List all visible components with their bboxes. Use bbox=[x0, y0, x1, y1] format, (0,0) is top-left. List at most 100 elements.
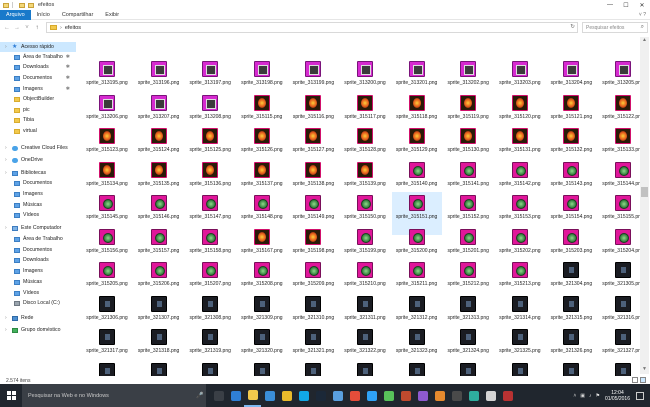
nav-item[interactable]: Documentos ✱ bbox=[0, 73, 76, 83]
nav-item[interactable]: Disco Local (C:) bbox=[0, 298, 76, 308]
file-item[interactable] bbox=[288, 360, 338, 376]
taskbar-app-button[interactable] bbox=[295, 384, 312, 407]
taskbar-app-button[interactable] bbox=[482, 384, 499, 407]
tab-exibir[interactable]: Exibir bbox=[99, 10, 125, 20]
chevron-right-icon[interactable]: › bbox=[5, 170, 11, 176]
file-item[interactable] bbox=[82, 360, 132, 376]
breadcrumb-current[interactable]: efeitos bbox=[65, 25, 81, 31]
nav-item[interactable]: Músicas bbox=[0, 277, 76, 287]
nav-item[interactable]: Imagens bbox=[0, 189, 76, 199]
nav-item[interactable]: › Grupo doméstico bbox=[0, 325, 76, 335]
nav-item[interactable]: › ★ Acesso rápido bbox=[0, 42, 76, 52]
tab-compartilhar[interactable]: Compartilhar bbox=[56, 10, 99, 20]
nav-item[interactable]: Vídeos bbox=[0, 210, 76, 220]
nav-item[interactable]: › Creative Cloud Files bbox=[0, 143, 76, 153]
search-input[interactable]: Pesquisar efeitos ⌕ bbox=[582, 22, 648, 33]
forward-button[interactable]: → bbox=[12, 22, 22, 34]
vertical-scrollbar[interactable]: ▲ ▼ bbox=[640, 37, 649, 374]
maximize-button[interactable]: ☐ bbox=[618, 0, 634, 10]
taskbar-app-button[interactable] bbox=[397, 384, 414, 407]
taskbar-app-button[interactable] bbox=[244, 384, 261, 407]
tab-inicio[interactable]: Início bbox=[31, 10, 56, 20]
nav-item[interactable]: Músicas bbox=[0, 200, 76, 210]
image-thumbnail-icon bbox=[460, 61, 477, 77]
nav-item[interactable]: ObjectBuilder bbox=[0, 94, 76, 104]
disk-icon bbox=[14, 300, 20, 306]
back-button[interactable]: ← bbox=[2, 22, 12, 34]
nav-item[interactable]: Área de Trabalho bbox=[0, 234, 76, 244]
taskbar-app-button[interactable] bbox=[414, 384, 431, 407]
start-button[interactable] bbox=[0, 384, 22, 407]
file-item[interactable] bbox=[443, 360, 493, 376]
folder-icon[interactable] bbox=[3, 2, 9, 8]
taskbar-app-button[interactable] bbox=[431, 384, 448, 407]
scrollbar-thumb[interactable] bbox=[641, 187, 648, 197]
computer-icon bbox=[12, 225, 18, 231]
taskbar-app-button[interactable] bbox=[210, 384, 227, 407]
taskbar-app-button[interactable] bbox=[227, 384, 244, 407]
nav-item[interactable]: Imagens ✱ bbox=[0, 84, 76, 94]
ribbon-expand-help[interactable]: ˅ ? bbox=[639, 12, 646, 18]
file-item[interactable] bbox=[495, 360, 545, 376]
scroll-up-icon[interactable]: ▲ bbox=[640, 37, 649, 45]
nav-item[interactable]: Imagens bbox=[0, 266, 76, 276]
action-center-icon[interactable] bbox=[636, 391, 644, 400]
chevron-right-icon[interactable]: › bbox=[5, 44, 11, 50]
volume-icon[interactable]: ♪ bbox=[589, 393, 592, 399]
nav-item[interactable]: Tibia bbox=[0, 115, 76, 125]
tab-arquivo[interactable]: Arquivo bbox=[0, 9, 31, 20]
nav-item[interactable]: pic bbox=[0, 105, 76, 115]
details-view-icon[interactable] bbox=[632, 377, 638, 383]
nav-item[interactable]: virtual bbox=[0, 126, 76, 136]
microphone-icon[interactable]: 🎤 bbox=[196, 392, 206, 399]
nav-item[interactable]: Documentos bbox=[0, 178, 76, 188]
nav-item[interactable]: › Bibliotecas bbox=[0, 168, 76, 178]
file-item[interactable] bbox=[546, 360, 596, 376]
taskbar-app-button[interactable] bbox=[363, 384, 380, 407]
show-hidden-icons-icon[interactable]: ˄ bbox=[573, 393, 576, 399]
file-item[interactable] bbox=[237, 360, 287, 376]
taskbar-search[interactable]: Pesquisar na Web e no Windows bbox=[22, 384, 206, 407]
file-item[interactable] bbox=[185, 360, 235, 376]
taskbar-app-button[interactable] bbox=[499, 384, 516, 407]
chevron-right-icon[interactable]: › bbox=[5, 225, 11, 231]
breadcrumb-separator[interactable]: › bbox=[60, 25, 62, 31]
file-item[interactable] bbox=[340, 360, 390, 376]
recent-locations-button[interactable]: ˅ bbox=[22, 22, 32, 34]
clock[interactable]: 12:04 01/05/2016 bbox=[605, 390, 630, 402]
taskbar-app-button[interactable] bbox=[465, 384, 482, 407]
file-item[interactable] bbox=[392, 360, 442, 376]
nav-item[interactable]: Downloads bbox=[0, 255, 76, 265]
nav-item[interactable]: Área de Trabalho ✱ bbox=[0, 52, 76, 62]
network-icon[interactable]: ▣ bbox=[580, 393, 585, 399]
taskbar-app-button[interactable] bbox=[380, 384, 397, 407]
nav-item[interactable]: Vídeos bbox=[0, 288, 76, 298]
taskbar-app-button[interactable] bbox=[346, 384, 363, 407]
close-button[interactable]: ✕ bbox=[634, 0, 650, 10]
file-item[interactable] bbox=[598, 360, 642, 376]
new-folder-icon[interactable] bbox=[28, 2, 34, 8]
chevron-right-icon[interactable]: › bbox=[5, 327, 11, 333]
nav-item[interactable]: › Rede bbox=[0, 313, 76, 323]
chevron-right-icon[interactable]: › bbox=[5, 157, 11, 163]
nav-item[interactable]: Documentos bbox=[0, 245, 76, 255]
chevron-right-icon[interactable]: › bbox=[5, 315, 11, 321]
address-field[interactable]: › efeitos ↻ bbox=[46, 22, 578, 33]
nav-item[interactable]: › OneDrive bbox=[0, 155, 76, 165]
file-item[interactable] bbox=[134, 360, 184, 376]
nav-item[interactable]: Downloads ✱ bbox=[0, 62, 76, 72]
taskbar-app-button[interactable] bbox=[312, 384, 329, 407]
refresh-button[interactable]: ↻ bbox=[570, 24, 575, 30]
taskbar-app-button[interactable] bbox=[278, 384, 295, 407]
nav-item[interactable]: › Este Computador bbox=[0, 223, 76, 233]
properties-icon[interactable] bbox=[19, 2, 25, 8]
scroll-down-icon[interactable]: ▼ bbox=[640, 366, 649, 374]
taskbar-app-button[interactable] bbox=[261, 384, 278, 407]
taskbar-app-button[interactable] bbox=[448, 384, 465, 407]
language-icon[interactable]: ⚑ bbox=[595, 393, 599, 399]
up-button[interactable]: ↑ bbox=[32, 22, 42, 34]
minimize-button[interactable]: — bbox=[602, 0, 618, 10]
taskbar-app-button[interactable] bbox=[329, 384, 346, 407]
chevron-right-icon[interactable]: › bbox=[5, 145, 11, 151]
large-icons-view-icon[interactable] bbox=[640, 377, 646, 383]
